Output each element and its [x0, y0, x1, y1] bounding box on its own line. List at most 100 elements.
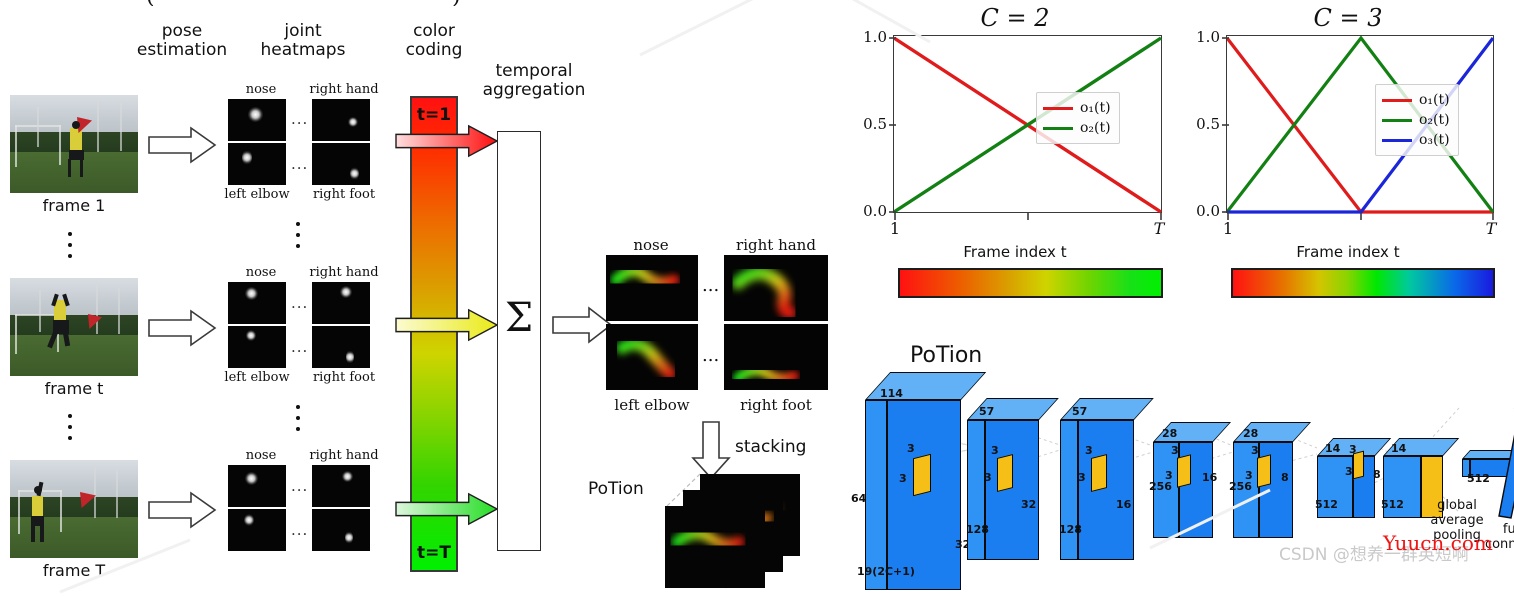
heatmap-tile-right-foot-2	[312, 326, 370, 368]
cnn-dim-bottom-2: 128	[966, 523, 989, 536]
potion-stack	[625, 470, 825, 590]
heatmap-ellipsis-4: ...	[291, 338, 309, 356]
cnn-dim-bottom-1: 19(2C+1)	[857, 565, 915, 578]
potion-label-left-elbow: left elbow	[614, 396, 690, 414]
cnn-kernel-h-3: 3	[1078, 471, 1086, 484]
video-frame-t-caption: frame t	[44, 379, 104, 398]
cnn-dim-bottom-4: 256	[1149, 480, 1172, 493]
cnn-dim-right-4: 16	[1202, 471, 1218, 484]
chart-c2-xtick-1: 1	[889, 219, 901, 238]
arrow-color-red	[395, 124, 499, 158]
video-frame-t	[10, 278, 138, 376]
chart-c2-plot-area: o₁(t) o₂(t)	[889, 35, 1162, 220]
legend-label-o2: o₂(t)	[1080, 120, 1111, 136]
chart-c2-ytick-05: 0.5	[863, 115, 887, 133]
heatmap-ellipsis-5: ...	[291, 477, 309, 495]
cnn-dim-top-4: 28	[1162, 427, 1178, 440]
cnn-dim-left-1: 64	[851, 492, 867, 505]
chart-c2-lines	[893, 36, 1162, 214]
heatmap-tile-nose-3	[228, 465, 286, 507]
heatmap-tile-left-elbow-2	[228, 326, 286, 368]
chart-c3-xtick-T: T	[1485, 219, 1497, 238]
video-frame-1	[10, 95, 138, 193]
heatmap-tile-nose-1	[228, 99, 286, 141]
heatmap-label-right-foot-1: right foot	[312, 187, 376, 202]
chart-c3-ytick-1: 1.0	[1196, 28, 1220, 46]
heading-temporal-line1: temporal	[495, 61, 573, 81]
heading-temporal-aggregation: temporal aggregation	[463, 62, 605, 100]
chart-c2-ytick-0: 0.0	[863, 202, 887, 220]
heading-color-line2: coding	[405, 40, 463, 60]
heading-temporal-line2: aggregation	[482, 80, 586, 100]
heading-pose-line2: estimation	[136, 40, 228, 60]
cnn-kernel-3	[1091, 454, 1107, 492]
legend-swatch-o1	[1043, 106, 1073, 110]
cnn-kernel-h-6: 3	[1345, 465, 1353, 478]
heatmaps-vertical-ellipsis-1	[296, 222, 300, 255]
chart-c3-xtick-1: 1	[1222, 219, 1234, 238]
cnn-dim-top-7: 14	[1391, 442, 1407, 455]
heatmap-label-right-hand-1: right hand	[309, 82, 379, 97]
stacking-label: stacking	[735, 437, 807, 457]
legend-label-o2b: o₂(t)	[1419, 112, 1450, 128]
chart-c2-legend-item-0: o₁(t)	[1043, 98, 1111, 118]
heatmap-tile-right-hand-3	[312, 465, 370, 507]
chart-c3-colorbar	[1231, 268, 1495, 298]
heatmap-label-right-hand-3: right hand	[309, 448, 379, 463]
heatmap-ellipsis-6: ...	[291, 521, 309, 539]
chart-c2-xlabel: Frame index t	[963, 243, 1067, 261]
cnn-dim-bottom-7: 512	[1381, 498, 1404, 511]
heading-pose-estimation: pose estimation	[120, 22, 244, 60]
cnn-kernel-w-1: 3	[907, 442, 915, 455]
heading-color-line1: color	[413, 21, 455, 41]
heatmap-tile-right-foot-1	[312, 143, 370, 185]
heading-joint-line1: joint	[284, 21, 322, 41]
heatmap-label-left-elbow-1: left elbow	[224, 187, 290, 202]
legend-label-o3: o₃(t)	[1419, 132, 1450, 148]
cnn-kernel-h-1: 3	[899, 472, 907, 485]
frames-vertical-ellipsis-1	[68, 232, 72, 265]
arrow-color-green	[395, 492, 499, 526]
chart-c3-x-ticks	[1227, 213, 1494, 220]
cnn-dim-top-5: 28	[1243, 427, 1259, 440]
cnn-kernel-1	[913, 453, 931, 497]
watermark-yuucn: Yuucn.com	[1383, 531, 1493, 555]
chart-c3-y-ticks	[1222, 37, 1229, 213]
arrow-aggregation-output	[552, 306, 613, 344]
cnn-dim-bottom-5: 256	[1229, 480, 1252, 493]
cnn-dim-top-2: 57	[979, 405, 995, 418]
potion-pipeline-diagram: ( ) pose estimation joint heatmaps color…	[0, 0, 850, 598]
frames-vertical-ellipsis-2	[68, 414, 72, 447]
legend-label-o1b: o₁(t)	[1419, 92, 1450, 108]
chart-c2-colorbar	[898, 268, 1163, 298]
heatmap-ellipsis-2: ...	[291, 155, 309, 173]
chart-c3-ytick-05: 0.5	[1196, 115, 1220, 133]
video-frame-T-caption: frame T	[42, 561, 106, 580]
heatmap-label-right-foot-2: right foot	[312, 370, 376, 385]
cnn-kernel-w-2: 3	[991, 444, 999, 457]
heatmap-tile-right-hand-1	[312, 99, 370, 141]
cnn-dim-top-1: 114	[880, 387, 903, 400]
heatmap-ellipsis-3: ...	[291, 294, 309, 312]
heading-color-coding: color coding	[378, 22, 490, 60]
cnn-dim-bottom-6: 512	[1315, 498, 1338, 511]
cnn-kernel-5	[1257, 454, 1271, 488]
chart-c3-xlabel: Frame index t	[1296, 243, 1400, 261]
cnn-dim-top-6: 14	[1325, 442, 1341, 455]
heatmap-tile-nose-2	[228, 282, 286, 324]
sigma-symbol: Σ	[504, 295, 534, 341]
potion-tile-left-elbow	[606, 324, 698, 390]
cnn-dim-right-5: 8	[1281, 471, 1289, 484]
heading-joint-heatmaps: joint heatmaps	[243, 22, 363, 60]
legend-swatch-o3	[1382, 138, 1412, 142]
cnn-kernel-w-6: 3	[1349, 443, 1357, 456]
chart-c3-legend-item-0: o₁(t)	[1382, 90, 1450, 110]
chart-c3-legend: o₁(t) o₂(t) o₃(t)	[1375, 84, 1459, 156]
cnn-dim-right-6: 8	[1373, 468, 1381, 481]
color-coding-chip-tT: t=T	[417, 543, 451, 563]
chart-c3-plot-area: o₁(t) o₂(t) o₃(t)	[1222, 35, 1495, 220]
cropped-header-glyph: ( )	[140, 0, 470, 6]
arrow-pose-estimation-1	[148, 126, 217, 164]
chart-c2-x-ticks	[894, 213, 1162, 220]
heatmaps-vertical-ellipsis-2	[296, 405, 300, 438]
